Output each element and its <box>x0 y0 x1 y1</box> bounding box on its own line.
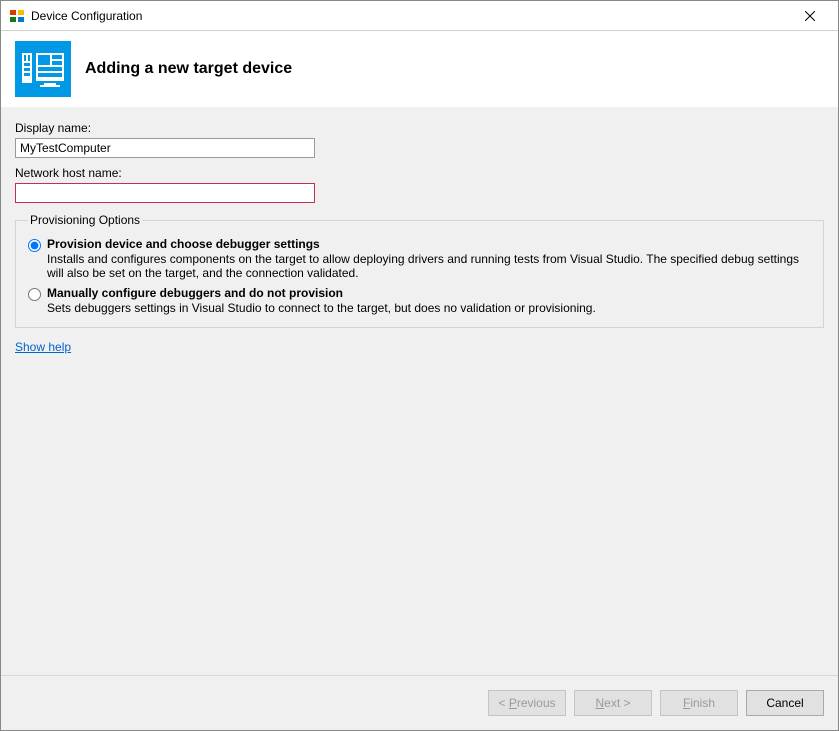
wizard-title: Adding a new target device <box>85 60 292 78</box>
finish-button[interactable]: FFinishinish <box>660 690 738 716</box>
device-config-icon <box>15 41 71 97</box>
provision-option-row[interactable]: Provision device and choose debugger set… <box>28 237 811 280</box>
manual-option-row[interactable]: Manually configure debuggers and do not … <box>28 286 811 315</box>
cancel-button[interactable]: Cancel <box>746 690 824 716</box>
titlebar: Device Configuration <box>1 1 838 31</box>
wizard-header: Adding a new target device <box>1 31 838 107</box>
show-help-link[interactable]: Show help <box>15 340 71 354</box>
window-title: Device Configuration <box>31 9 790 23</box>
display-name-input[interactable] <box>15 138 315 158</box>
provision-radio-manual[interactable] <box>28 288 41 301</box>
manual-option-desc: Sets debuggers settings in Visual Studio… <box>47 301 596 315</box>
host-name-input[interactable] <box>15 183 315 203</box>
provision-option-desc: Installs and configures components on th… <box>47 252 811 280</box>
close-button[interactable] <box>790 2 830 30</box>
app-icon <box>9 8 25 24</box>
provisioning-legend: Provisioning Options <box>28 213 142 227</box>
manual-option-label: Manually configure debuggers and do not … <box>47 286 596 300</box>
provision-option-label: Provision device and choose debugger set… <box>47 237 811 251</box>
wizard-footer: < PPreviousrevious NNextext > FFinishini… <box>1 675 838 730</box>
display-name-label: Display name: <box>15 121 824 135</box>
wizard-content: Display name: Network host name: Provisi… <box>1 107 838 675</box>
host-name-label: Network host name: <box>15 166 824 180</box>
provision-radio-auto[interactable] <box>28 239 41 252</box>
provisioning-options-group: Provisioning Options Provision device an… <box>15 213 824 328</box>
previous-button[interactable]: < PPreviousrevious <box>488 690 566 716</box>
next-button[interactable]: NNextext > <box>574 690 652 716</box>
